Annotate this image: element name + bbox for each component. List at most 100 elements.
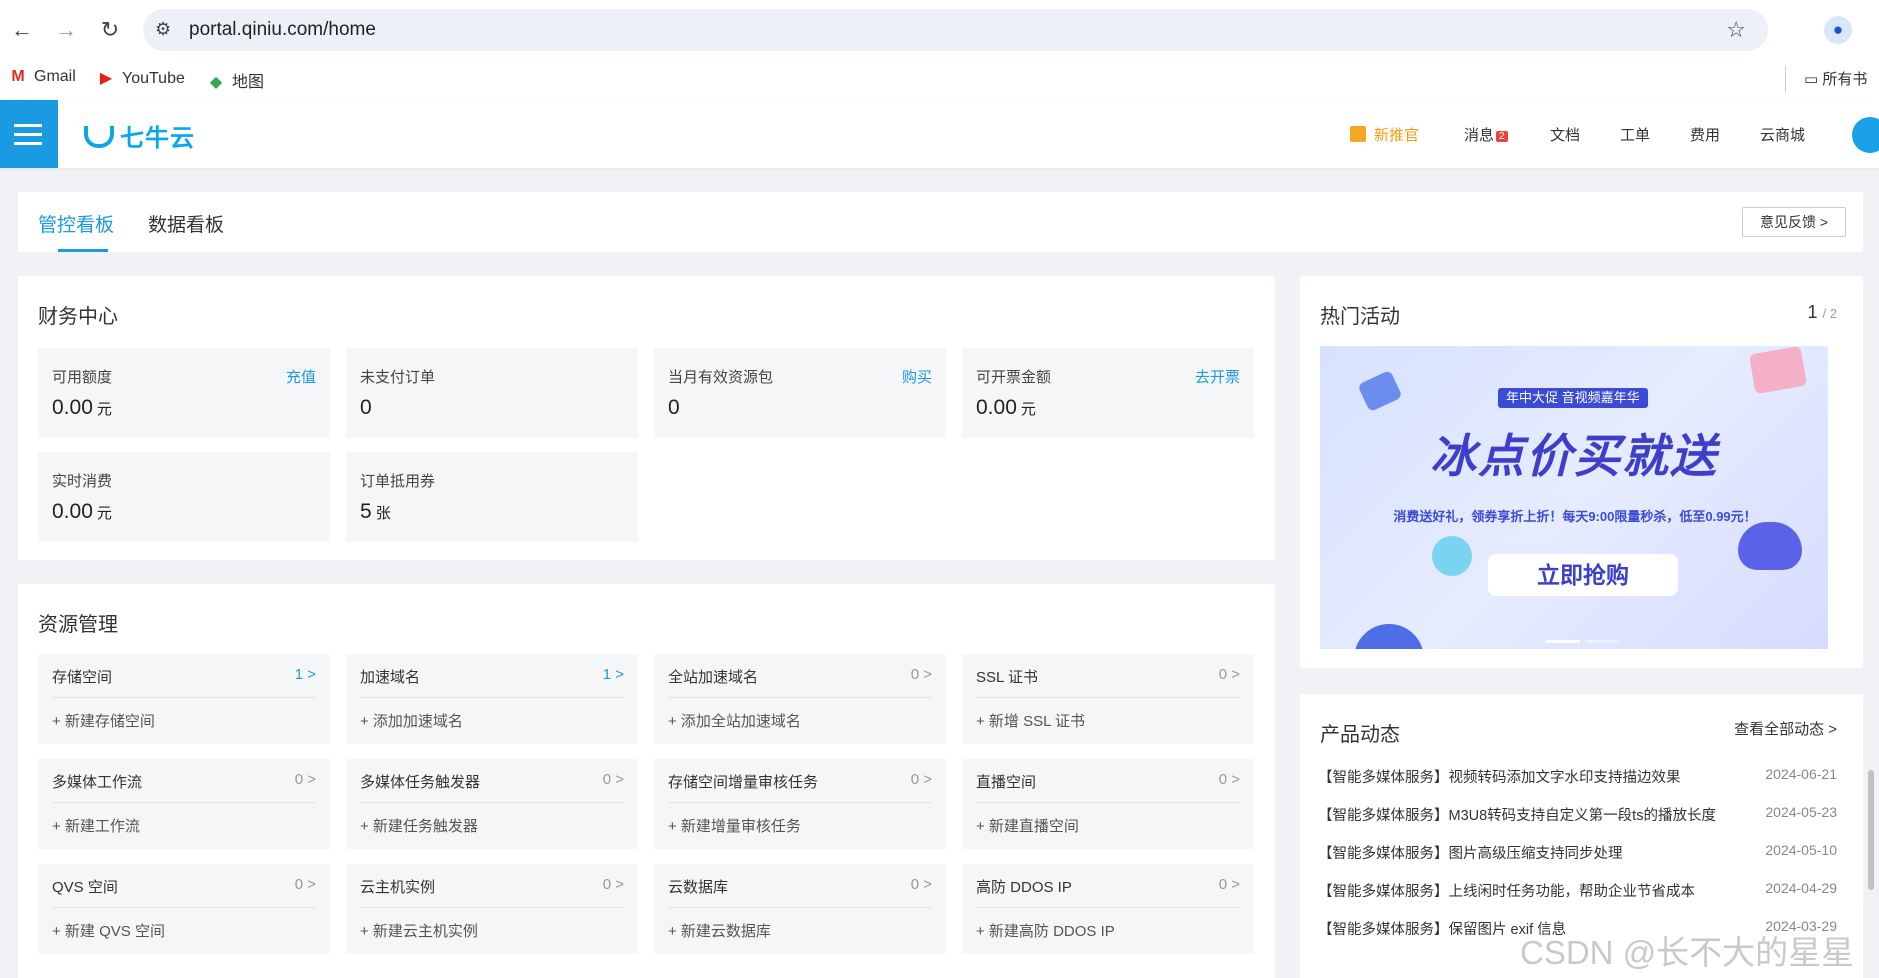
resource-count-link[interactable]: 0 >	[1219, 771, 1240, 788]
buy-now-button[interactable]: 立即抢购	[1488, 554, 1678, 596]
see-all-news-link[interactable]: 查看全部动态 >	[1734, 718, 1837, 739]
user-avatar[interactable]	[1852, 117, 1879, 153]
resource-tile: 加速域名 1 > + 添加加速域名	[346, 654, 638, 744]
news-item[interactable]: 【智能多媒体服务】视频转码添加文字水印支持描边效果	[1318, 766, 1681, 787]
carousel-dot-2[interactable]	[1586, 640, 1620, 643]
resource-tile: QVS 空间 0 > + 新建 QVS 空间	[38, 864, 330, 954]
finance-tile: 实时消费 0.00 元	[38, 452, 330, 542]
bookmark-youtube[interactable]: ▶ YouTube	[96, 68, 185, 88]
bookmark-maps[interactable]: ◆ 地图	[206, 68, 264, 92]
news-item[interactable]: 【智能多媒体服务】M3U8转码支持自定义第一段ts的播放长度	[1318, 804, 1716, 825]
recharge-link[interactable]: 充值	[286, 366, 316, 387]
youtube-icon: ▶	[99, 70, 113, 87]
resource-create-link[interactable]: + 添加全站加速域名	[668, 710, 801, 731]
carousel-dot-1[interactable]	[1546, 640, 1580, 643]
tile-divider	[976, 802, 1240, 803]
tile-divider	[668, 697, 932, 698]
buy-link[interactable]: 购买	[902, 366, 932, 387]
tile-divider	[52, 697, 316, 698]
reload-icon[interactable]: ↻	[96, 16, 124, 44]
page-scrollbar[interactable]	[1868, 770, 1874, 890]
news-item[interactable]: 【智能多媒体服务】图片高级压缩支持同步处理	[1318, 842, 1623, 863]
resource-create-link[interactable]: + 新建增量审核任务	[668, 815, 801, 836]
resource-create-link[interactable]: + 新建工作流	[52, 815, 140, 836]
qiniu-logo[interactable]: 七牛云	[84, 118, 195, 153]
nav-docs[interactable]: 文档	[1550, 124, 1580, 145]
tile-divider	[52, 907, 316, 908]
hamburger-menu-icon[interactable]	[0, 100, 58, 168]
resource-count-link[interactable]: 1 >	[295, 666, 316, 683]
nav-store[interactable]: 云商城	[1760, 124, 1805, 145]
resource-label[interactable]: 存储空间	[52, 666, 112, 687]
news-date: 2024-05-10	[1765, 842, 1837, 858]
resource-count-link[interactable]: 0 >	[603, 771, 624, 788]
resource-card: 资源管理 存储空间 1 > + 新建存储空间 加速域名 1 > + 添加加速域名 全站加速域…	[18, 584, 1275, 978]
profile-icon[interactable]: ●	[1824, 16, 1852, 44]
address-bar[interactable]: ⚙ portal.qiniu.com/home ☆	[143, 9, 1768, 51]
resource-create-link[interactable]: + 新建云数据库	[668, 920, 771, 941]
resource-count-link[interactable]: 1 >	[603, 666, 624, 683]
bookmark-star-icon[interactable]: ☆	[1726, 17, 1746, 43]
resource-create-link[interactable]: + 新建直播空间	[976, 815, 1079, 836]
invoice-link[interactable]: 去开票	[1195, 366, 1240, 387]
resource-label[interactable]: 多媒体任务触发器	[360, 771, 480, 792]
news-item[interactable]: 【智能多媒体服务】上线闲时任务功能，帮助企业节省成本	[1318, 880, 1695, 901]
resource-label[interactable]: 多媒体工作流	[52, 771, 142, 792]
resource-count-link[interactable]: 0 >	[1219, 876, 1240, 893]
site-settings-icon[interactable]: ⚙	[155, 19, 171, 40]
url-text[interactable]: portal.qiniu.com/home	[189, 19, 376, 41]
all-bookmarks[interactable]: ▭ 所有书	[1804, 68, 1867, 89]
resource-label[interactable]: 全站加速域名	[668, 666, 758, 687]
feedback-button[interactable]: 意见反馈 >	[1742, 207, 1846, 237]
carousel-dots[interactable]	[1546, 630, 1626, 647]
resource-count-link[interactable]: 0 >	[603, 876, 624, 893]
resource-create-link[interactable]: + 新建任务触发器	[360, 815, 478, 836]
resource-title: 资源管理	[38, 614, 118, 636]
resource-count-link[interactable]: 0 >	[911, 666, 932, 683]
resource-create-link[interactable]: + 新建 QVS 空间	[52, 920, 165, 941]
tab-data-board[interactable]: 数据看板	[148, 210, 224, 237]
resource-label[interactable]: SSL 证书	[976, 666, 1038, 687]
resource-label[interactable]: 存储空间增量审核任务	[668, 771, 818, 792]
resource-create-link[interactable]: + 新建云主机实例	[360, 920, 478, 941]
resource-create-link[interactable]: + 添加加速域名	[360, 710, 463, 731]
resource-create-link[interactable]: + 新建存储空间	[52, 710, 155, 731]
resource-create-link[interactable]: + 新增 SSL 证书	[976, 710, 1085, 731]
nav-recommend[interactable]: 新推官	[1350, 124, 1419, 145]
dashboard-tabs: 管控看板 数据看板 意见反馈 >	[18, 192, 1863, 252]
tile-divider	[976, 907, 1240, 908]
finance-card: 财务中心 可用额度 充值 0.00 元 未支付订单 0 当月有效资源包 购买 0 …	[18, 276, 1275, 560]
logo-mark-icon	[84, 126, 114, 148]
nav-billing[interactable]: 费用	[1690, 124, 1720, 145]
nav-messages[interactable]: 消息 2	[1464, 124, 1508, 145]
resource-create-link[interactable]: + 新建高防 DDOS IP	[976, 920, 1115, 941]
csdn-watermark: CSDN @长不大的星星	[1520, 934, 1855, 971]
nav-tickets[interactable]: 工单	[1620, 124, 1650, 145]
resource-count-link[interactable]: 0 >	[295, 876, 316, 893]
resource-count-link[interactable]: 0 >	[295, 771, 316, 788]
finance-title: 财务中心	[38, 306, 118, 328]
bookmark-gmail[interactable]: M Gmail	[8, 68, 75, 86]
resource-tile: 全站加速域名 0 > + 添加全站加速域名	[654, 654, 946, 744]
resource-label[interactable]: 直播空间	[976, 771, 1036, 792]
resource-tile: 存储空间增量审核任务 0 > + 新建增量审核任务	[654, 759, 946, 849]
gift-icon	[1350, 126, 1366, 142]
resource-label[interactable]: 云主机实例	[360, 876, 435, 897]
resource-count-link[interactable]: 0 >	[911, 876, 932, 893]
finance-tile: 订单抵用券 5张	[346, 452, 638, 542]
resource-label[interactable]: 高防 DDOS IP	[976, 876, 1072, 897]
gmail-icon: M	[11, 68, 25, 85]
resource-count-link[interactable]: 0 >	[911, 771, 932, 788]
bookmark-divider	[1785, 66, 1786, 92]
resource-tile: 云主机实例 0 > + 新建云主机实例	[346, 864, 638, 954]
resource-label[interactable]: 加速域名	[360, 666, 420, 687]
resource-label[interactable]: QVS 空间	[52, 876, 118, 897]
promo-banner[interactable]: 年中大促 音视频嘉年华 冰点价买就送 消费送好礼，领券享折上折！每天9:00限量…	[1320, 346, 1828, 649]
resource-label[interactable]: 云数据库	[668, 876, 728, 897]
back-icon[interactable]: ←	[8, 16, 36, 44]
forward-icon[interactable]: →	[52, 16, 80, 44]
gift-box-icon	[1748, 346, 1808, 395]
tab-control-board[interactable]: 管控看板	[38, 210, 114, 237]
resource-count-link[interactable]: 0 >	[1219, 666, 1240, 683]
tile-divider	[668, 802, 932, 803]
